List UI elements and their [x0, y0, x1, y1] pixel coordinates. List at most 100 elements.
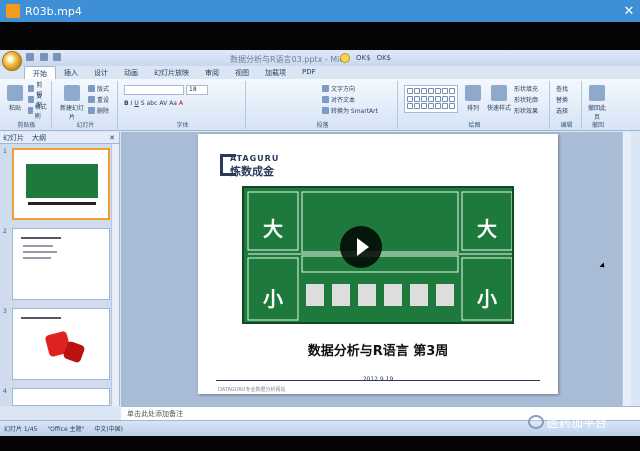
dataguru-logo: ATAGURU 炼数成金	[220, 154, 294, 178]
slide-thumbnail-1[interactable]	[12, 148, 110, 220]
shape-effects-button[interactable]: 形状效果	[514, 106, 545, 115]
font-size-field[interactable]: 18	[186, 85, 208, 95]
slides-pane: 幻灯片 大纲 ✕ 1 2 3 4	[0, 132, 120, 406]
text-direction-icon	[322, 85, 329, 92]
paragraph-group-label: 段落	[316, 122, 329, 129]
arrange-button[interactable]: 排列	[462, 85, 484, 115]
tab-home[interactable]: 开始	[24, 66, 56, 79]
group-drawing: 排列 快速样式 形状填充 形状轮廓 形状效果 绘图	[400, 81, 550, 129]
slide-title: 数据分析与R语言 第3周	[307, 344, 449, 359]
shapes-gallery[interactable]	[404, 85, 458, 113]
reset-icon	[88, 96, 95, 103]
tab-slideshow[interactable]: 幻灯片放映	[146, 66, 197, 79]
slide-thumbnail-3[interactable]	[12, 308, 110, 380]
undo-icon[interactable]	[39, 53, 48, 61]
thumb-text-line	[21, 237, 61, 239]
replace-button[interactable]: 替换	[556, 95, 577, 104]
layout-button[interactable]: 版式	[88, 84, 113, 93]
new-slide-label: 新建幻灯片	[59, 105, 84, 121]
slide-scrollbar[interactable]	[622, 132, 631, 406]
shape-fill-button[interactable]: 形状填充	[514, 84, 545, 93]
drawing-group-label: 绘图	[468, 122, 481, 129]
slide-thumbnail-4[interactable]	[12, 388, 110, 406]
shape-outline-button[interactable]: 形状轮廓	[514, 95, 545, 104]
tab-addins[interactable]: 加载项	[257, 66, 294, 79]
close-icon[interactable]: ✕	[618, 4, 640, 19]
align-text-label: 对齐文本	[331, 97, 356, 104]
wechat-icon	[528, 415, 544, 429]
format-painter-button[interactable]: 格式刷	[28, 104, 47, 120]
font-name-field[interactable]	[124, 85, 184, 95]
italic-button[interactable]: I	[131, 99, 133, 108]
copy-icon	[28, 96, 35, 103]
thumb-number-2: 2	[3, 228, 7, 235]
reset-button[interactable]: 重设	[88, 95, 113, 104]
underline-button[interactable]: U	[134, 99, 138, 108]
find-button[interactable]: 查找	[556, 84, 577, 93]
quick-access-toolbar	[26, 53, 66, 63]
layout-label: 版式	[97, 86, 110, 93]
save-icon[interactable]	[26, 53, 34, 61]
shadow-button[interactable]: abc	[147, 99, 158, 108]
redo-icon[interactable]	[53, 53, 62, 61]
slide-canvas: ATAGURU 炼数成金 大 大 小 小 数据分析与R语言 第3周 2012.9…	[121, 132, 631, 406]
paste-label: 粘贴	[8, 105, 21, 112]
smartart-icon	[322, 107, 329, 114]
recall-icon	[589, 85, 605, 101]
quick-styles-icon	[491, 85, 507, 101]
group-font: 18 B I U S abc AV Aa A 字体	[120, 81, 246, 129]
tab-pdf[interactable]: PDF	[294, 66, 324, 79]
tab-view[interactable]: 视图	[227, 66, 257, 79]
new-slide-button[interactable]: 新建幻灯片	[58, 85, 86, 121]
play-icon[interactable]	[340, 226, 382, 268]
tab-review[interactable]: 审阅	[197, 66, 227, 79]
logo-brand: ATAGURU	[230, 154, 280, 163]
thumb-table-image	[26, 164, 98, 198]
thumbnail-scrollbar[interactable]	[111, 144, 119, 406]
strikethrough-button[interactable]: S	[141, 99, 145, 108]
align-text-button[interactable]: 对齐文本	[322, 95, 393, 104]
thumb-text-line	[23, 257, 51, 259]
smartart-button[interactable]: 转换为 SmartArt	[322, 106, 393, 115]
thumb-title-bar	[28, 202, 96, 205]
tab-slides-pane[interactable]: 幻灯片	[3, 133, 24, 143]
format-painter-label: 格式刷	[34, 103, 47, 120]
slide-thumbnail-2[interactable]	[12, 228, 110, 300]
slide-footer: DATAGURU专业数据分析网站	[218, 387, 286, 393]
svg-text:大: 大	[263, 217, 283, 241]
thumb-text-line	[23, 251, 57, 253]
paste-button[interactable]: 粘贴	[4, 85, 26, 115]
svg-text:大: 大	[477, 217, 497, 241]
tab-outline-pane[interactable]: 大纲	[32, 133, 46, 143]
group-recall: 撤回此页 撤回	[584, 81, 612, 129]
quick-styles-button[interactable]: 快速样式	[486, 85, 512, 115]
text-direction-label: 文字方向	[331, 86, 356, 93]
font-color-button[interactable]: A	[179, 99, 183, 108]
quick-styles-label: 快速样式	[486, 105, 511, 112]
addin-icon[interactable]	[340, 53, 350, 63]
slides-group-label: 幻灯片	[76, 122, 95, 129]
brush-icon	[28, 107, 33, 114]
sicbo-table-image: 大 大 小 小	[242, 186, 514, 324]
clipboard-group-label: 剪贴板	[17, 122, 36, 129]
ribbon: 粘贴 剪切 复制 格式刷 剪贴板 新建幻灯片 版式 重设 删除 幻灯片 18 B…	[0, 79, 640, 131]
tab-animation[interactable]: 动画	[116, 66, 146, 79]
recall-page-label: 撤回此页	[587, 105, 606, 121]
text-direction-button[interactable]: 文字方向	[322, 84, 393, 93]
align-text-icon	[322, 96, 329, 103]
delete-button[interactable]: 删除	[88, 106, 113, 115]
tab-design[interactable]: 设计	[86, 66, 116, 79]
select-button[interactable]: 选择	[556, 106, 577, 115]
svg-text:小: 小	[263, 287, 283, 311]
pane-close-icon[interactable]: ✕	[109, 134, 115, 142]
tab-insert[interactable]: 插入	[56, 66, 86, 79]
reset-label: 重设	[97, 97, 110, 104]
office-button[interactable]	[2, 51, 22, 71]
layout-icon	[88, 85, 95, 92]
recall-page-button[interactable]: 撤回此页	[586, 85, 608, 121]
svg-text:小: 小	[477, 287, 497, 311]
spacing-button[interactable]: AV	[159, 99, 167, 108]
case-button[interactable]: Aa	[169, 99, 177, 108]
slide[interactable]: ATAGURU 炼数成金 大 大 小 小 数据分析与R语言 第3周 2012.9…	[198, 134, 558, 394]
bold-button[interactable]: B	[124, 99, 129, 108]
